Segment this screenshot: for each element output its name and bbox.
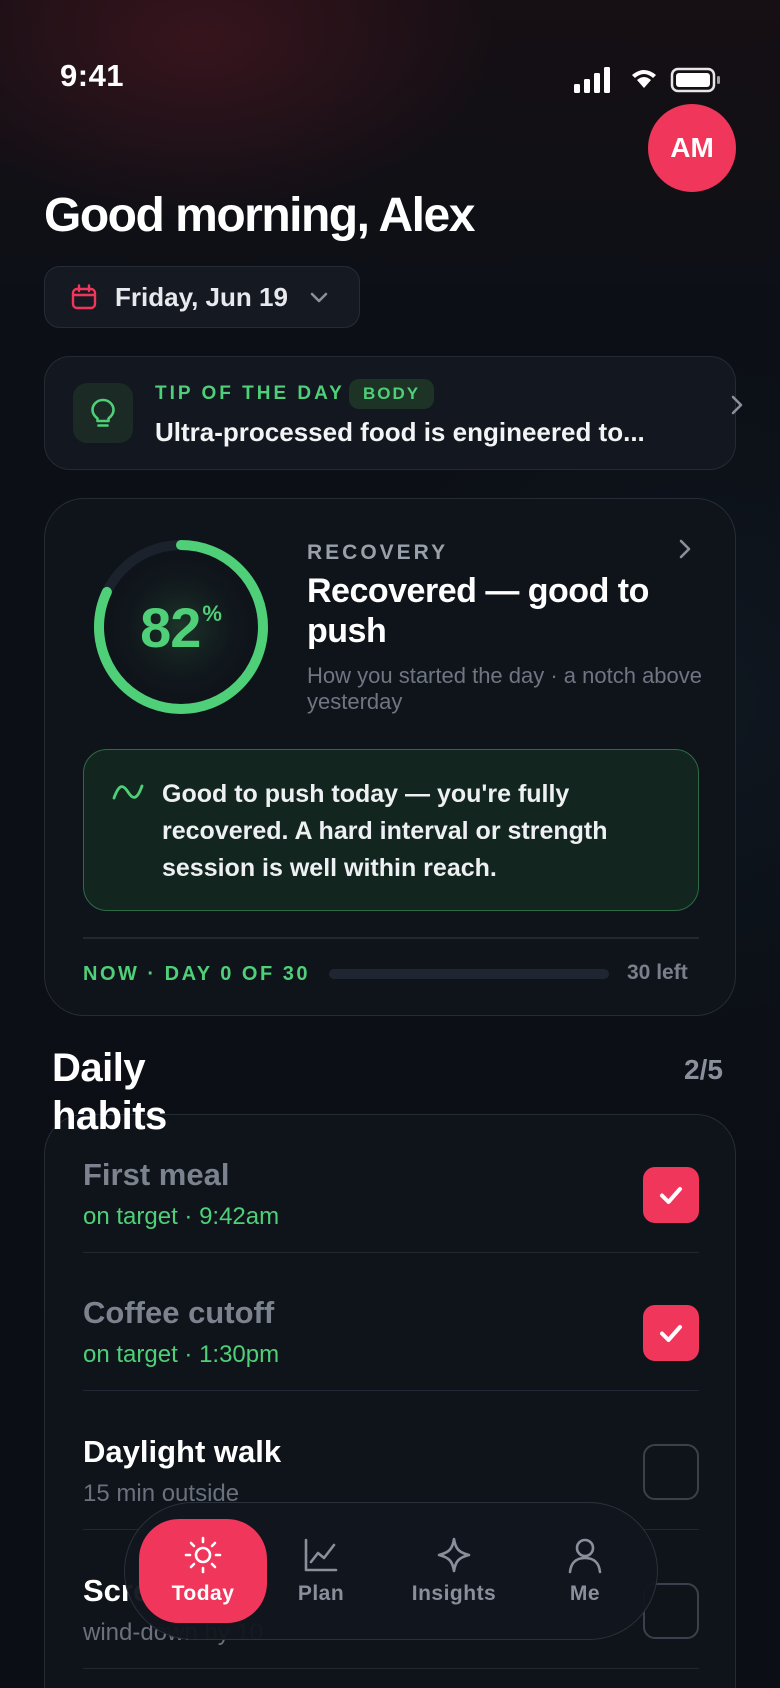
habit-name: Coffee cutoff [83,1295,275,1330]
person-icon [568,1538,602,1574]
nav-item-plan[interactable]: Plan [271,1519,371,1623]
date-picker[interactable]: Friday, Jun 19 [44,266,360,328]
habit-checkbox[interactable] [643,1305,699,1361]
lightbulb-icon-container [73,383,133,443]
checkmark-icon [660,1325,682,1342]
program-progress-track [329,969,609,979]
tip-card[interactable]: TIP OF THE DAY BODY Ultra-processed food… [44,356,743,470]
recovery-ring: 82 % [89,535,273,719]
nav-item-label: Insights [411,1582,497,1605]
wifi-icon [632,70,656,88]
nav-item-label: Today [171,1582,235,1605]
program-progress-label: NOW · DAY 0 OF 30 [83,963,310,985]
avatar[interactable]: AM [648,104,736,192]
recovery-kicker: RECOVERY [307,541,449,564]
sun-icon [184,1536,222,1574]
chart-line-icon [304,1538,338,1572]
habit-checkbox[interactable] [643,1444,699,1500]
habit-meta: on target · 9:42am [83,1203,280,1230]
recovery-score: 82 % [89,535,273,719]
habits-title: Daily habits [52,1046,167,1138]
divider [83,937,699,939]
nav-item-label: Me [569,1582,601,1605]
chevron-right-icon[interactable] [673,537,697,561]
recovery-subtitle: How you started the day · a notch above … [307,663,703,714]
tip-text: Ultra-processed food is engineered to... [155,417,645,447]
sparkle-icon [437,1537,471,1573]
chevron-right-icon [731,395,743,415]
wave-icon [112,784,144,800]
bottom-nav: Today Plan Insights Me [124,1502,658,1640]
tip-category-badge: BODY [349,379,435,409]
recovery-score-value: 82 [140,595,201,659]
battery-icon [670,67,720,93]
divider [83,1389,699,1391]
habit-checkbox[interactable] [643,1167,699,1223]
nav-item-today[interactable]: Today [139,1519,267,1623]
habit-name: Daylight walk [83,1434,282,1469]
status-icons [574,67,720,93]
chevron-down-icon [310,292,328,303]
nav-item-insights[interactable]: Insights [389,1519,519,1623]
nav-item-me[interactable]: Me [535,1519,635,1623]
page-title: Good morning, Alex [44,189,475,242]
program-remaining: 30 left [627,961,688,984]
recovery-score-unit: % [202,601,222,626]
tip-kicker: TIP OF THE DAY [155,383,345,404]
recovery-advice: Good to push today — you're fully recove… [83,749,699,911]
cellular-signal-icon [574,67,610,93]
checkmark-icon [660,1187,682,1204]
habit-name: First meal [83,1157,230,1192]
date-label: Friday, Jun 19 [115,281,288,312]
list-item[interactable]: Coffee cutoff on target · 1:30pm [83,1253,699,1391]
calendar-icon [71,284,97,310]
divider [83,1667,699,1669]
habit-meta: on target · 1:30pm [83,1341,280,1368]
lightbulb-icon [91,398,115,427]
nav-item-label: Plan [297,1582,345,1605]
habits-count: 2/5 [684,1054,723,1085]
recovery-card[interactable]: 82 % RECOVERY Recovered — good to push H… [44,498,736,1016]
status-time: 9:41 [60,58,125,93]
recovery-advice-text: Good to push today — you're fully recove… [162,780,608,882]
recovery-title: Recovered — good to push [307,572,649,650]
